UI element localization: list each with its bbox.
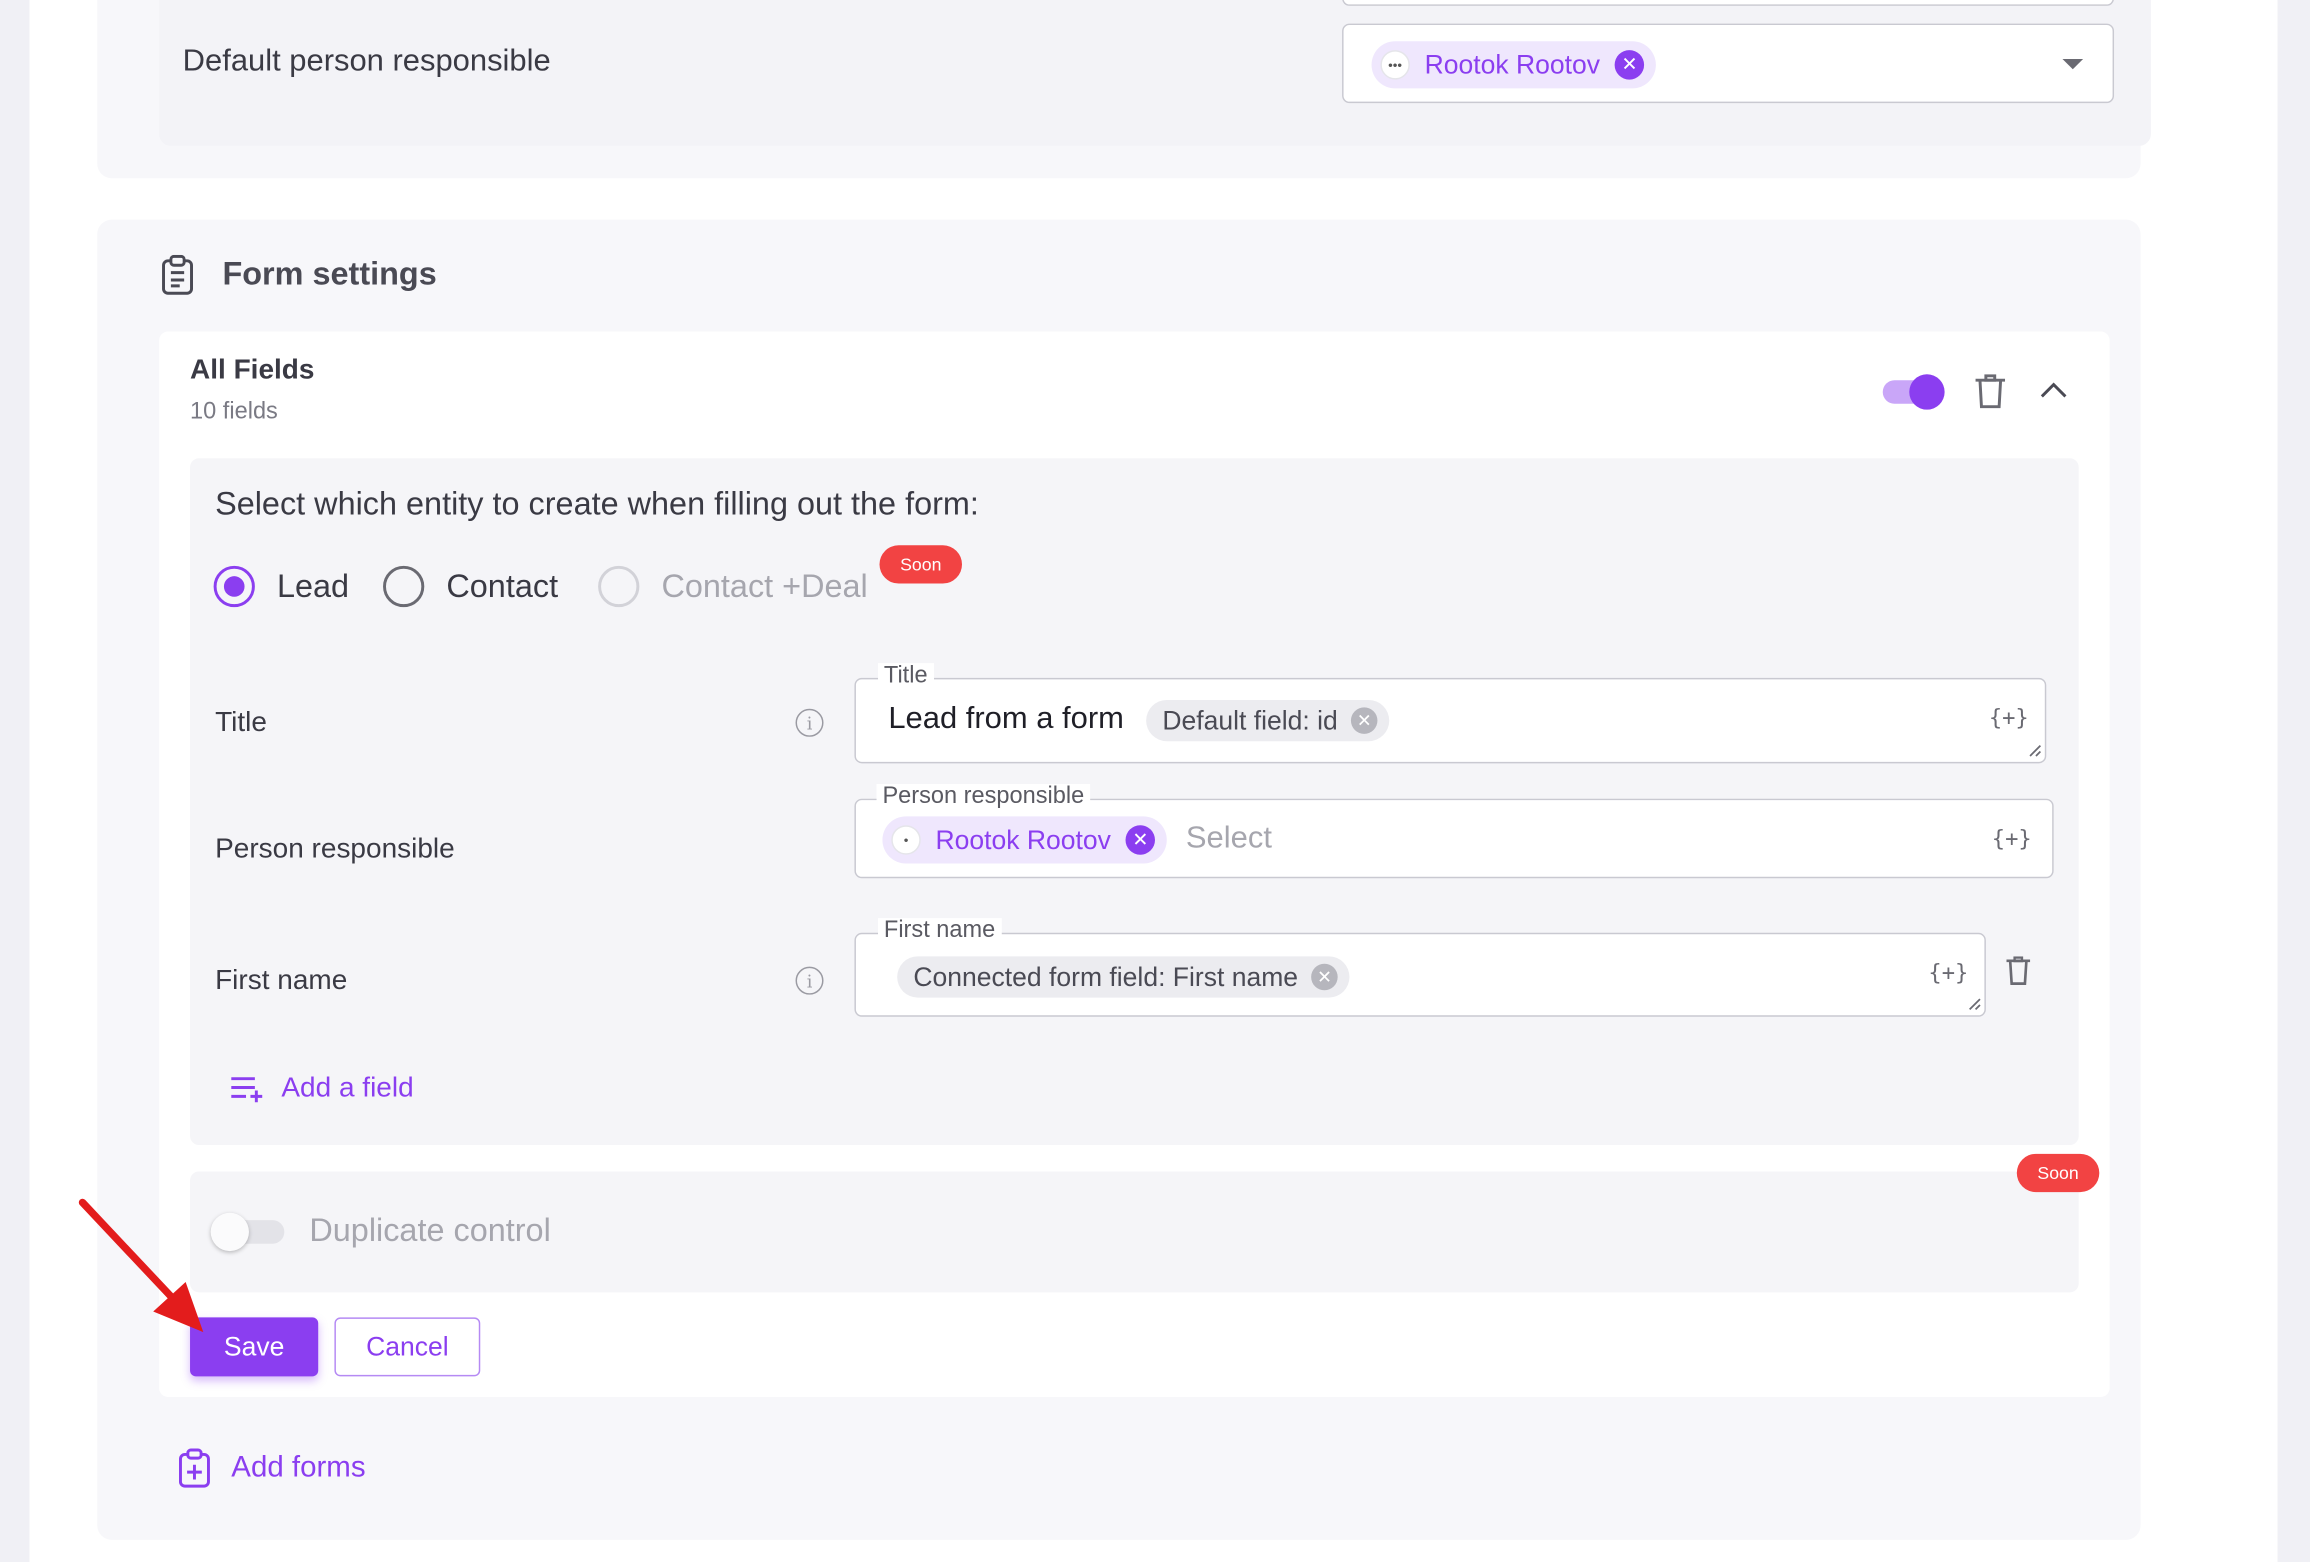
add-forms-button[interactable]: Add forms	[178, 1448, 366, 1489]
radio-contact[interactable]	[383, 565, 425, 608]
form-settings-title: Form settings	[222, 254, 437, 292]
default-field-chip: Default field: id ✕	[1146, 699, 1390, 742]
group-name: All Fields	[190, 355, 315, 387]
default-person-label: Default person responsible	[182, 44, 551, 79]
caret-down-icon[interactable]	[2062, 58, 2084, 70]
person-row-label: Person responsible	[215, 834, 455, 866]
person-legend: Person responsible	[876, 783, 1091, 811]
insert-variable-icon[interactable]: {+}	[1989, 704, 2029, 731]
close-icon[interactable]: ✕	[1311, 963, 1338, 991]
title-row-label: Title	[215, 707, 267, 739]
radio-lead-label: Lead	[276, 567, 350, 605]
insert-variable-icon[interactable]: {+}	[1992, 825, 2032, 852]
info-icon[interactable]: i	[795, 708, 824, 737]
first-name-row-label: First name	[215, 965, 348, 997]
radio-contact-deal-label: Contact +Deal	[661, 567, 868, 605]
person-chip: ••• Rootok Rootov ✕	[1371, 41, 1656, 89]
annotation-arrow	[78, 1198, 204, 1333]
trash-icon[interactable]	[1974, 374, 2006, 409]
info-icon[interactable]: i	[795, 966, 824, 995]
first-name-legend: First name	[878, 918, 1002, 945]
resize-grip-icon[interactable]	[1967, 996, 1982, 1011]
avatar: •	[891, 825, 921, 855]
title-field[interactable]: Title Lead from a form Default field: id…	[854, 663, 2047, 764]
add-list-icon	[231, 1077, 263, 1103]
radio-contact-label: Contact	[446, 567, 559, 605]
clipboard-icon	[162, 254, 193, 295]
close-icon[interactable]: ✕	[1351, 707, 1378, 734]
entity-prompt: Select which entity to create when filli…	[215, 484, 979, 522]
radio-lead[interactable]	[213, 565, 255, 608]
default-person-select[interactable]: ••• Rootok Rootov ✕	[1342, 23, 2115, 104]
insert-variable-icon[interactable]: {+}	[1928, 959, 1968, 986]
soon-badge: Soon	[879, 545, 963, 584]
group-enabled-toggle[interactable]	[1882, 374, 1945, 410]
connected-field-chip: Connected form field: First name ✕	[897, 956, 1350, 998]
person-chip-label: Rootok Rootov	[1424, 49, 1601, 79]
clipboard-plus-icon	[178, 1448, 210, 1488]
resize-grip-icon[interactable]	[2027, 743, 2042, 758]
person-chip-label: Rootok Rootov	[935, 824, 1111, 854]
add-forms-label: Add forms	[231, 1451, 366, 1484]
person-responsible-select[interactable]: Person responsible • Rootok Rootov ✕ Sel…	[854, 783, 2054, 879]
cancel-button[interactable]: Cancel	[334, 1317, 481, 1377]
radio-contact-deal	[598, 565, 640, 608]
duplicate-control-label: Duplicate control	[309, 1211, 551, 1249]
default-field-chip-label: Default field: id	[1162, 705, 1338, 735]
trash-icon[interactable]	[2005, 956, 2032, 985]
title-legend: Title	[878, 663, 934, 690]
avatar: •••	[1380, 50, 1410, 80]
person-chip: • Rootok Rootov ✕	[882, 816, 1167, 864]
add-field-label: Add a field	[281, 1072, 414, 1104]
group-field-count: 10 fields	[190, 399, 278, 425]
previous-select-edge	[1342, 0, 2115, 6]
soon-badge: Soon	[2016, 1153, 2100, 1193]
title-text: Lead from a form	[888, 701, 1124, 736]
close-icon[interactable]: ✕	[1125, 825, 1156, 855]
chevron-up-icon[interactable]	[2039, 382, 2068, 400]
connected-field-chip-label: Connected form field: First name	[913, 961, 1299, 991]
add-field-button[interactable]: Add a field	[230, 1073, 414, 1105]
close-icon[interactable]: ✕	[1614, 50, 1645, 80]
select-placeholder[interactable]: Select	[1186, 821, 1272, 856]
first-name-field[interactable]: First name Connected form field: First n…	[854, 918, 1986, 1017]
duplicate-control-toggle	[210, 1212, 285, 1252]
